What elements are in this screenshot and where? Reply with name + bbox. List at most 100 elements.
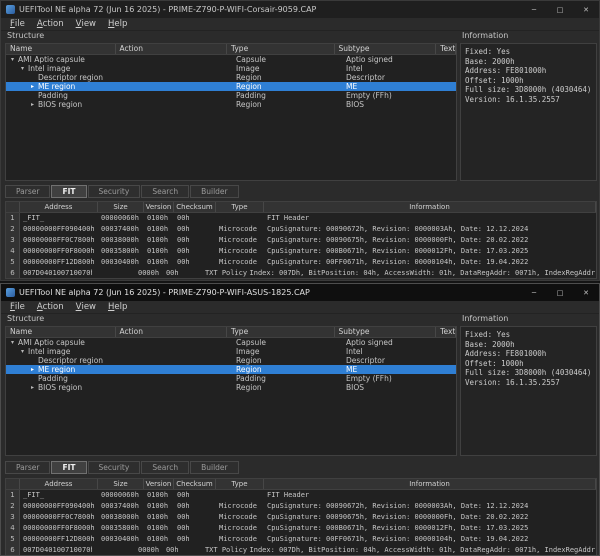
fit-cell-address: 00000000FF090400h bbox=[20, 224, 98, 235]
tree-row[interactable]: ▾AMI Aptio capsuleCapsuleAptio signed bbox=[6, 55, 456, 64]
fit-col-header-address[interactable]: Address bbox=[20, 202, 98, 212]
fit-col-header-type[interactable]: Type bbox=[216, 202, 264, 212]
tree-type-cell: Region bbox=[232, 383, 342, 392]
menu-file[interactable]: File bbox=[4, 301, 31, 313]
info-line: Full size: 3D8000h (4030464) bbox=[465, 85, 592, 95]
expand-icon[interactable]: ▸ bbox=[29, 383, 36, 392]
tree-row[interactable]: PaddingPaddingEmpty (FFh) bbox=[6, 91, 456, 100]
menu-view[interactable]: View bbox=[70, 18, 102, 30]
fit-row[interactable]: 200000000FF090400h00037400h0100h00hMicro… bbox=[6, 224, 596, 235]
tree-item-label: BIOS region bbox=[38, 100, 82, 109]
tree-text-cell bbox=[446, 374, 456, 383]
fit-row[interactable]: 500000000FF12D800h00030400h0100h00hMicro… bbox=[6, 534, 596, 545]
structure-tree: NameActionTypeSubtypeText ▾AMI Aptio cap… bbox=[5, 326, 457, 456]
fit-row[interactable]: 300000000FF0C7800h00038000h0100h00hMicro… bbox=[6, 512, 596, 523]
close-button[interactable]: ✕ bbox=[573, 1, 599, 18]
tab-parser[interactable]: Parser bbox=[5, 461, 50, 474]
tree-col-header-subtype[interactable]: Subtype bbox=[335, 44, 437, 54]
row-number: 5 bbox=[6, 257, 20, 268]
fit-row[interactable]: 300000000FF0C7800h00038000h0100h00hMicro… bbox=[6, 235, 596, 246]
tab-builder[interactable]: Builder bbox=[190, 185, 239, 198]
menu-view[interactable]: View bbox=[70, 301, 102, 313]
tree-type-cell: Region bbox=[232, 100, 342, 109]
uefitool-window-corsair: UEFITool NE alpha 72 (Jun 16 2025) - PRI… bbox=[0, 0, 600, 281]
maximize-button[interactable]: □ bbox=[547, 284, 573, 301]
tab-search[interactable]: Search bbox=[141, 185, 189, 198]
fit-table: AddressSizeVersionChecksumTypeInformatio… bbox=[5, 201, 597, 279]
fit-cell-info: Index: 007Dh, BitPosition: 04h, AccessWi… bbox=[247, 268, 596, 279]
tree-row[interactable]: Descriptor regionRegionDescriptor bbox=[6, 356, 456, 365]
tree-row[interactable]: ▸BIOS regionRegionBIOS bbox=[6, 383, 456, 392]
maximize-button[interactable]: □ bbox=[547, 1, 573, 18]
titlebar[interactable]: UEFITool NE alpha 72 (Jun 16 2025) - PRI… bbox=[1, 1, 599, 18]
fit-col-header-information[interactable]: Information bbox=[264, 479, 596, 489]
minimize-button[interactable]: ─ bbox=[521, 1, 547, 18]
fit-row[interactable]: 1_FIT_00000060h0100h00hFIT Header bbox=[6, 490, 596, 501]
tree-col-header-name[interactable]: Name bbox=[6, 327, 116, 337]
collapse-icon[interactable]: ▾ bbox=[9, 55, 16, 64]
tab-parser[interactable]: Parser bbox=[5, 185, 50, 198]
fit-cell-checksum: 00h bbox=[174, 501, 216, 512]
fit-col-header-size[interactable]: Size bbox=[98, 479, 144, 489]
tab-search[interactable]: Search bbox=[141, 461, 189, 474]
expand-icon[interactable]: ▸ bbox=[29, 365, 36, 374]
fit-cell-type: Microcode bbox=[216, 512, 264, 523]
collapse-icon[interactable]: ▾ bbox=[9, 338, 16, 347]
fit-col-header-version[interactable]: Version bbox=[144, 202, 174, 212]
menu-file[interactable]: File bbox=[4, 18, 31, 30]
tree-name-cell: ▸ME region bbox=[6, 365, 118, 374]
fit-row[interactable]: 400000000FF0F8000h00035800h0100h00hMicro… bbox=[6, 523, 596, 534]
info-line: Version: 16.1.35.2557 bbox=[465, 95, 592, 105]
tree-row[interactable]: Descriptor regionRegionDescriptor bbox=[6, 73, 456, 82]
tree-col-header-text[interactable]: Text bbox=[436, 327, 456, 337]
tree-col-header-action[interactable]: Action bbox=[116, 44, 227, 54]
titlebar[interactable]: UEFITool NE alpha 72 (Jun 16 2025) - PRI… bbox=[1, 284, 599, 301]
fit-corner bbox=[6, 479, 20, 489]
fit-col-header-checksum[interactable]: Checksum bbox=[174, 202, 216, 212]
expand-icon[interactable]: ▸ bbox=[29, 100, 36, 109]
menu-help[interactable]: Help bbox=[102, 301, 133, 313]
tab-security[interactable]: Security bbox=[88, 461, 141, 474]
tree-row[interactable]: ▾Intel imageImageIntel bbox=[6, 347, 456, 356]
tab-fit[interactable]: FIT bbox=[51, 185, 86, 198]
fit-row[interactable]: 6007D040100710070h0000h00hTXT PolicyInde… bbox=[6, 268, 596, 279]
fit-col-header-checksum[interactable]: Checksum bbox=[174, 479, 216, 489]
tree-row[interactable]: ▸BIOS regionRegionBIOS bbox=[6, 100, 456, 109]
fit-cell-address: 00000000FF0F8000h bbox=[20, 523, 98, 534]
collapse-icon[interactable]: ▾ bbox=[19, 64, 26, 73]
fit-col-header-type[interactable]: Type bbox=[216, 479, 264, 489]
fit-row[interactable]: 500000000FF12D800h00030400h0100h00hMicro… bbox=[6, 257, 596, 268]
fit-col-header-version[interactable]: Version bbox=[144, 479, 174, 489]
collapse-icon[interactable]: ▾ bbox=[19, 347, 26, 356]
fit-row[interactable]: 200000000FF090400h00037400h0100h00hMicro… bbox=[6, 501, 596, 512]
fit-row[interactable]: 6007D040100710070h0000h00hTXT PolicyInde… bbox=[6, 545, 596, 556]
tree-row[interactable]: ▸ME regionRegionME bbox=[6, 365, 456, 374]
tree-col-header-text[interactable]: Text bbox=[436, 44, 456, 54]
tab-builder[interactable]: Builder bbox=[190, 461, 239, 474]
close-button[interactable]: ✕ bbox=[573, 284, 599, 301]
expand-icon[interactable]: ▸ bbox=[29, 82, 36, 91]
tree-col-header-type[interactable]: Type bbox=[227, 44, 335, 54]
fit-col-header-information[interactable]: Information bbox=[264, 202, 596, 212]
menu-action[interactable]: Action bbox=[31, 301, 70, 313]
tree-subtype-cell: BIOS bbox=[342, 383, 446, 392]
tree-row[interactable]: ▾Intel imageImageIntel bbox=[6, 64, 456, 73]
tab-security[interactable]: Security bbox=[88, 185, 141, 198]
tree-row[interactable]: ▸ME regionRegionME bbox=[6, 82, 456, 91]
fit-col-header-size[interactable]: Size bbox=[98, 202, 144, 212]
tree-row[interactable]: ▾AMI Aptio capsuleCapsuleAptio signed bbox=[6, 338, 456, 347]
tab-fit[interactable]: FIT bbox=[51, 461, 86, 474]
fit-row[interactable]: 400000000FF0F8000h00035800h0100h00hMicro… bbox=[6, 246, 596, 257]
tree-item-label: Intel image bbox=[28, 347, 70, 356]
fit-col-header-address[interactable]: Address bbox=[20, 479, 98, 489]
tree-col-header-type[interactable]: Type bbox=[227, 327, 335, 337]
fit-cell-checksum: 00h bbox=[174, 534, 216, 545]
tree-col-header-subtype[interactable]: Subtype bbox=[335, 327, 437, 337]
menu-help[interactable]: Help bbox=[102, 18, 133, 30]
tree-row[interactable]: PaddingPaddingEmpty (FFh) bbox=[6, 374, 456, 383]
menu-action[interactable]: Action bbox=[31, 18, 70, 30]
tree-col-header-name[interactable]: Name bbox=[6, 44, 116, 54]
tree-col-header-action[interactable]: Action bbox=[116, 327, 227, 337]
fit-row[interactable]: 1_FIT_00000060h0100h00hFIT Header bbox=[6, 213, 596, 224]
minimize-button[interactable]: ─ bbox=[521, 284, 547, 301]
